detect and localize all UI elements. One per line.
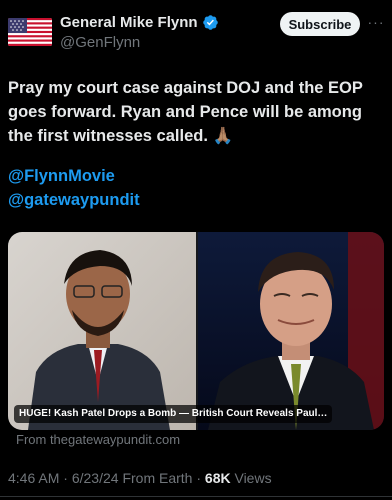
- views-label: Views: [234, 470, 272, 486]
- author-name-row[interactable]: General Mike Flynn: [60, 14, 219, 31]
- mention-gatewaypundit[interactable]: @gatewaypundit: [8, 191, 140, 210]
- mention-flynnmovie[interactable]: @FlynnMovie: [8, 167, 115, 186]
- post-body: Pray my court case against DOJ and the E…: [8, 79, 363, 145]
- subscribe-button[interactable]: Subscribe: [280, 12, 360, 36]
- link-card-image: [8, 232, 384, 430]
- post-header: General Mike Flynn @GenFlynn Subscribe ·…: [0, 0, 392, 64]
- divider: [0, 496, 392, 497]
- avatar[interactable]: [8, 18, 52, 46]
- post-text: Pray my court case against DOJ and the E…: [8, 76, 384, 148]
- more-horizontal-icon[interactable]: ···: [366, 12, 386, 32]
- link-card[interactable]: HUGE! Kash Patel Drops a Bomb — British …: [8, 232, 384, 430]
- verified-badge-icon: [202, 14, 219, 31]
- author-display-name[interactable]: General Mike Flynn: [60, 14, 198, 31]
- american-flag-icon: [8, 18, 52, 46]
- link-card-source[interactable]: From thegatewaypundit.com: [16, 432, 180, 447]
- author-handle[interactable]: @GenFlynn: [60, 34, 140, 51]
- post-time[interactable]: 4:46 AM: [8, 470, 59, 486]
- link-card-title[interactable]: HUGE! Kash Patel Drops a Bomb — British …: [14, 405, 333, 423]
- post-date[interactable]: 6/23/24: [72, 470, 119, 486]
- folded-hands-emoji: 🙏🏽: [212, 127, 234, 145]
- meta-separator: ·: [63, 470, 68, 486]
- meta-separator: ·: [196, 470, 202, 486]
- views-count[interactable]: 68K: [205, 470, 231, 486]
- post-origin: From Earth: [122, 470, 193, 486]
- post-meta: 4:46 AM · 6/23/24 From Earth · 68K Views: [8, 470, 272, 486]
